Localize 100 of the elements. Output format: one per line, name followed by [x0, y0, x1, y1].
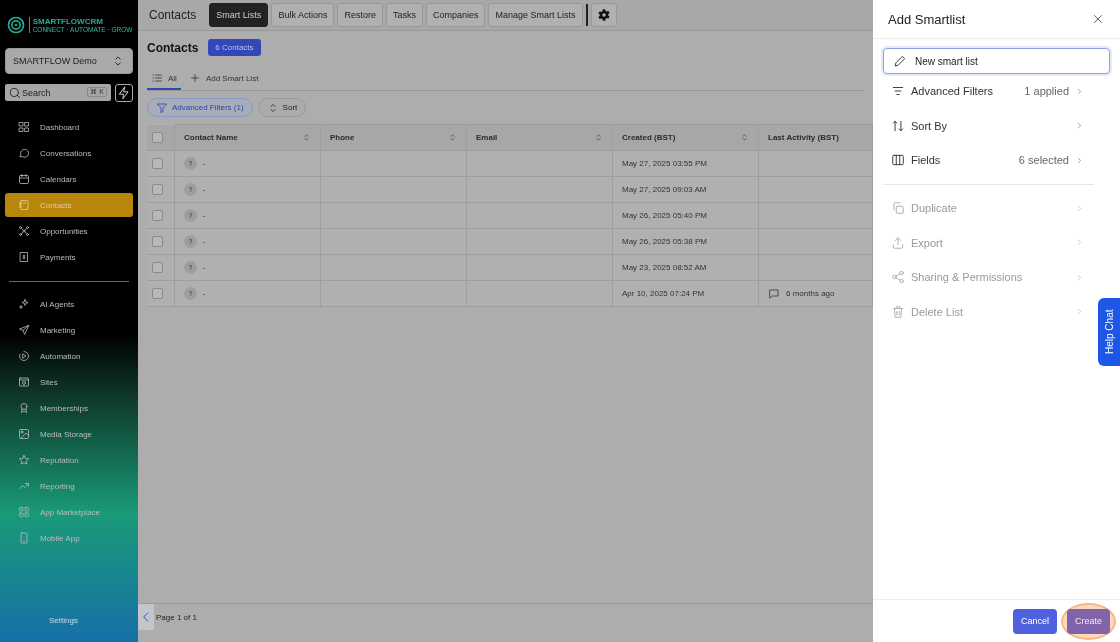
sparkle-icon: [18, 298, 30, 310]
row-checkbox[interactable]: [152, 210, 163, 221]
row-checkbox[interactable]: [152, 158, 163, 169]
list-tab[interactable]: Add Smart List: [184, 68, 263, 90]
image-icon: [18, 428, 30, 440]
list-tab[interactable]: All: [147, 68, 181, 90]
advanced-filters-button[interactable]: Advanced Filters (1): [147, 98, 253, 117]
column-header[interactable]: Phone: [330, 133, 355, 142]
columns-icon: [891, 153, 905, 168]
chevron-right-icon: [1075, 307, 1084, 317]
sort-icon: [302, 133, 311, 142]
table-cell: -: [203, 159, 206, 168]
grid-icon: [18, 121, 30, 133]
network-icon: [18, 225, 30, 237]
sort-icon: [740, 133, 749, 142]
row-checkbox[interactable]: [152, 184, 163, 195]
table-cell: -: [203, 211, 206, 220]
close-button[interactable]: [1091, 12, 1105, 26]
help-chat-tab[interactable]: Help Chat: [1098, 298, 1120, 366]
column-header[interactable]: Email: [476, 133, 498, 142]
table-cell: May 23, 2025 08:52 AM: [622, 263, 707, 272]
row-checkbox[interactable]: [152, 262, 163, 273]
sidebar-item[interactable]: Reputation: [5, 448, 133, 472]
search-icon: [8, 86, 22, 100]
sidebar-item[interactable]: Memberships: [5, 396, 133, 420]
sidebar-item[interactable]: Sites: [5, 370, 133, 394]
mobile-phone-icon: [18, 532, 30, 544]
settings-icon: [596, 8, 611, 22]
chevron-right-icon: [1075, 238, 1084, 248]
chat-bubble-icon: [18, 147, 30, 159]
tab[interactable]: Tasks: [385, 3, 423, 27]
upload-icon: [891, 235, 905, 250]
quick-action-button[interactable]: [115, 84, 133, 102]
trash-icon: [891, 304, 905, 319]
close-icon: [1091, 12, 1105, 26]
account-switcher[interactable]: SMARTFLOW Demo: [5, 48, 133, 74]
paper-plane-icon: [18, 324, 30, 336]
create-button[interactable]: Create: [1067, 608, 1110, 634]
chat-bubble-icon: [768, 287, 780, 300]
table-cell: -: [203, 289, 206, 298]
page-title: Contacts: [149, 8, 197, 22]
list-icon: [151, 72, 163, 84]
sidebar-item[interactable]: Dashboard: [5, 115, 133, 139]
sidebar-item[interactable]: Opportunities: [5, 219, 133, 243]
sort-arrows-icon: [891, 118, 905, 133]
apps-grid-icon: [18, 506, 30, 518]
sidebar-item[interactable]: Conversations: [5, 141, 133, 165]
tab[interactable]: Restore: [337, 3, 383, 27]
tab[interactable]: Manage Smart Lists: [488, 3, 583, 27]
column-header[interactable]: Created (BST): [622, 133, 676, 142]
chevron-right-icon: [1075, 121, 1084, 131]
sort-button[interactable]: Sort: [257, 98, 307, 117]
sort-icon: [448, 133, 457, 142]
tab[interactable]: Smart Lists: [209, 3, 269, 27]
select-all-checkbox[interactable]: [152, 131, 163, 143]
row-checkbox[interactable]: [152, 288, 163, 299]
tab[interactable]: Companies: [425, 3, 486, 27]
chevron-right-icon: [1075, 86, 1084, 96]
share-icon: [891, 270, 905, 285]
table-cell: May 26, 2025 05:38 PM: [622, 237, 707, 246]
pencil-icon: [893, 54, 907, 68]
column-header[interactable]: Contact Name: [184, 133, 238, 142]
menu-item[interactable]: Advanced Filters 1 applied: [883, 74, 1094, 109]
logo-icon: [5, 15, 26, 35]
sidebar-item[interactable]: Payments: [5, 245, 133, 269]
settings-button[interactable]: [590, 3, 617, 27]
menu-item[interactable]: Sort By: [883, 108, 1094, 144]
panel-title: Add Smartlist: [888, 11, 966, 27]
funnel-icon: [156, 101, 168, 114]
list-name-field[interactable]: New smart list: [883, 48, 1110, 74]
sidebar-item[interactable]: Automation: [5, 344, 133, 368]
receipt-icon: [18, 251, 30, 263]
table-cell: 6 months ago: [786, 289, 835, 298]
table-cell: -: [203, 237, 206, 246]
sidebar-item[interactable]: Settings: [5, 608, 133, 632]
cancel-button[interactable]: Cancel: [1012, 608, 1057, 634]
table-cell: -: [203, 185, 206, 194]
calendar-icon: [18, 173, 30, 185]
table-cell: May 26, 2025 05:40 PM: [622, 211, 707, 220]
browser-window-icon: [18, 376, 30, 388]
column-header[interactable]: Last Activity (BST): [768, 133, 839, 142]
address-book-icon: [18, 199, 30, 211]
section-title: Contacts: [147, 40, 199, 55]
sidebar-item[interactable]: Marketing: [5, 318, 133, 342]
tab[interactable]: Bulk Actions: [271, 3, 335, 27]
sort-icon: [594, 133, 603, 142]
chevron-right-icon: [1075, 272, 1084, 282]
play-circle-icon: [18, 350, 30, 362]
row-checkbox[interactable]: [152, 236, 163, 247]
award-icon: [18, 402, 30, 414]
sidebar-item[interactable]: Calendars: [5, 167, 133, 191]
logo-wordmark: SMARTFLOWCRM: [32, 17, 104, 26]
chevron-right-icon: [1075, 203, 1084, 213]
sidebar-item[interactable]: AI Agents: [5, 292, 133, 316]
menu-item[interactable]: Fields 6 selected: [883, 143, 1094, 178]
sidebar-item[interactable]: Media Storage: [5, 422, 133, 446]
previous-page-button[interactable]: [138, 604, 154, 630]
chevron-right-icon: [1075, 156, 1084, 165]
page-indicator: Page 1 of 1: [156, 612, 197, 622]
trend-up-icon: [18, 480, 30, 492]
